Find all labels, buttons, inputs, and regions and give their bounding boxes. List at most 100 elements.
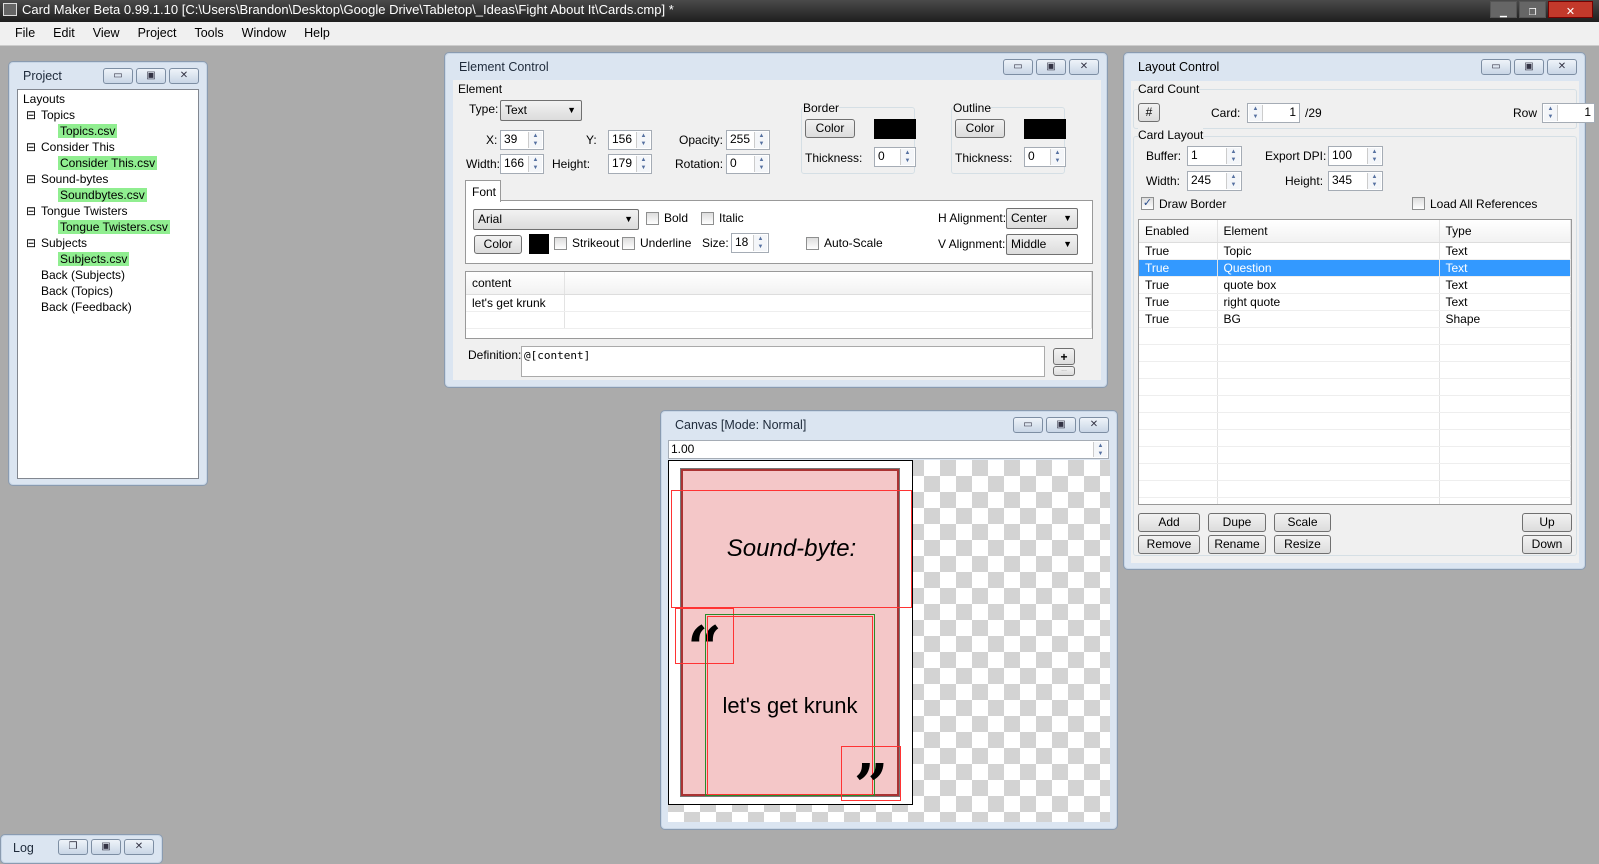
- column-header[interactable]: content: [466, 272, 565, 295]
- menu-help[interactable]: Help: [295, 22, 339, 44]
- valign-select[interactable]: Middle ▼: [1006, 234, 1078, 255]
- border-thickness-input[interactable]: 0 ▲ ▼: [874, 147, 916, 167]
- close-icon[interactable]: ✕: [1069, 59, 1099, 75]
- grid-cell[interactable]: let's get krunk: [466, 294, 565, 312]
- collapse-icon[interactable]: ⊟: [26, 204, 36, 218]
- close-icon[interactable]: ✕: [1547, 59, 1577, 75]
- draw-border-checkbox[interactable]: ✓: [1141, 197, 1154, 210]
- menu-file[interactable]: File: [6, 22, 44, 44]
- zoom-input[interactable]: 1.00 ▲ ▼: [668, 440, 1109, 459]
- tree-root[interactable]: Layouts: [23, 92, 65, 106]
- width-input[interactable]: 166 ▲ ▼: [500, 154, 544, 174]
- tree-layout[interactable]: Tongue Twisters: [41, 204, 128, 218]
- more-button[interactable]: ...: [1053, 366, 1075, 376]
- column-header[interactable]: Element: [1217, 220, 1440, 243]
- bold-checkbox[interactable]: [646, 212, 659, 225]
- close-icon[interactable]: ✕: [1079, 417, 1109, 433]
- collapse-icon[interactable]: ⊟: [26, 140, 36, 154]
- table-row[interactable]: True quote box Text: [1139, 276, 1571, 294]
- export-dpi-input[interactable]: 100 ▲ ▼: [1328, 146, 1383, 166]
- dupe-button[interactable]: Dupe: [1208, 513, 1266, 532]
- tree-layout[interactable]: Sound-bytes: [41, 172, 108, 186]
- border-color-button[interactable]: Color: [805, 119, 855, 138]
- size-input[interactable]: 18 ▲ ▼: [731, 233, 769, 253]
- menu-edit[interactable]: Edit: [44, 22, 84, 44]
- load-references-checkbox[interactable]: [1412, 197, 1425, 210]
- remove-button[interactable]: Remove: [1138, 535, 1200, 554]
- minimize-button[interactable]: ▁: [1490, 1, 1517, 18]
- minimize-icon[interactable]: ▭: [1481, 59, 1511, 75]
- tree-layout[interactable]: Consider This: [41, 140, 115, 154]
- add-button[interactable]: Add: [1138, 513, 1200, 532]
- elements-grid[interactable]: Enabled Element Type True Topic Text True Que…: [1138, 219, 1572, 505]
- tree-layout[interactable]: Back (Feedback): [41, 300, 132, 314]
- card-number-button[interactable]: #: [1138, 103, 1160, 122]
- table-row-selected[interactable]: True Question Text: [1139, 259, 1571, 277]
- up-button[interactable]: Up: [1522, 513, 1572, 532]
- italic-checkbox[interactable]: [701, 212, 714, 225]
- restore-icon[interactable]: ▣: [1046, 417, 1076, 433]
- log-window[interactable]: Log ❐ ▣ ✕: [0, 834, 163, 864]
- close-icon[interactable]: ✕: [169, 68, 199, 84]
- x-input[interactable]: 39 ▲ ▼: [500, 130, 544, 150]
- outline-color-swatch[interactable]: [1024, 119, 1066, 139]
- card-input[interactable]: ▲ ▼ 1: [1247, 103, 1300, 123]
- restore-icon[interactable]: ▣: [136, 68, 166, 84]
- tree-csv[interactable]: Topics.csv: [58, 124, 118, 138]
- tree-csv[interactable]: Tongue Twisters.csv: [58, 220, 170, 234]
- tree-layout[interactable]: Subjects: [41, 236, 87, 250]
- font-color-swatch[interactable]: [529, 234, 549, 254]
- content-grid[interactable]: content let's get krunk: [465, 271, 1093, 339]
- tree-csv[interactable]: Consider This.csv: [58, 156, 158, 170]
- layout-height-input[interactable]: 345 ▲ ▼: [1328, 171, 1383, 191]
- maximize-icon[interactable]: ▣: [91, 839, 121, 855]
- outline-thickness-input[interactable]: 0 ▲ ▼: [1024, 147, 1066, 167]
- maximize-button[interactable]: ❐: [1519, 1, 1546, 18]
- collapse-icon[interactable]: ⊟: [26, 236, 36, 250]
- topic-element[interactable]: Sound-byte:: [671, 490, 912, 608]
- close-icon[interactable]: ✕: [124, 839, 154, 855]
- close-button[interactable]: ✕: [1548, 1, 1593, 18]
- y-input[interactable]: 156 ▲ ▼: [608, 130, 652, 150]
- font-select[interactable]: Arial ▼: [473, 209, 639, 230]
- menu-view[interactable]: View: [84, 22, 129, 44]
- layout-width-input[interactable]: 245 ▲ ▼: [1187, 171, 1242, 191]
- restore-icon[interactable]: ▣: [1036, 59, 1066, 75]
- table-row[interactable]: True Topic Text: [1139, 242, 1571, 260]
- canvas-area[interactable]: Sound-byte: “ let's get krunk ”: [668, 460, 1110, 822]
- buffer-input[interactable]: 1 ▲ ▼: [1187, 146, 1242, 166]
- collapse-icon[interactable]: ⊟: [26, 172, 36, 186]
- table-row[interactable]: True BG Shape: [1139, 310, 1571, 328]
- collapse-icon[interactable]: ⊟: [26, 108, 36, 122]
- halign-select[interactable]: Center ▼: [1006, 208, 1078, 229]
- add-reference-button[interactable]: +: [1053, 348, 1075, 365]
- restore-icon[interactable]: ▣: [1514, 59, 1544, 75]
- border-color-swatch[interactable]: [874, 119, 916, 139]
- strikeout-checkbox[interactable]: [554, 237, 567, 250]
- column-header[interactable]: Type: [1439, 220, 1571, 243]
- tree-layout[interactable]: Back (Topics): [41, 284, 113, 298]
- minimize-icon[interactable]: ▭: [1013, 417, 1043, 433]
- menu-project[interactable]: Project: [129, 22, 186, 44]
- column-header[interactable]: Enabled: [1139, 220, 1218, 243]
- underline-checkbox[interactable]: [622, 237, 635, 250]
- tab-font[interactable]: Font: [465, 180, 501, 202]
- resize-button[interactable]: Resize: [1274, 535, 1331, 554]
- outline-color-button[interactable]: Color: [955, 119, 1005, 138]
- table-row[interactable]: True right quote Text: [1139, 293, 1571, 311]
- tree-csv[interactable]: Soundbytes.csv: [58, 188, 147, 202]
- rename-button[interactable]: Rename: [1208, 535, 1266, 554]
- minimize-icon[interactable]: ▭: [103, 68, 133, 84]
- font-color-button[interactable]: Color: [474, 235, 522, 254]
- menu-tools[interactable]: Tools: [185, 22, 232, 44]
- menu-window[interactable]: Window: [233, 22, 295, 44]
- tree-csv[interactable]: Subjects.csv: [58, 252, 130, 266]
- tree-layout[interactable]: Topics: [41, 108, 75, 122]
- definition-input[interactable]: @[content]: [521, 346, 1045, 377]
- close-quote-element[interactable]: ”: [841, 746, 901, 822]
- height-input[interactable]: 179 ▲ ▼: [608, 154, 652, 174]
- restore-icon[interactable]: ❐: [58, 839, 88, 855]
- down-button[interactable]: Down: [1522, 535, 1572, 554]
- scale-button[interactable]: Scale: [1274, 513, 1331, 532]
- type-select[interactable]: Text ▼: [500, 100, 582, 121]
